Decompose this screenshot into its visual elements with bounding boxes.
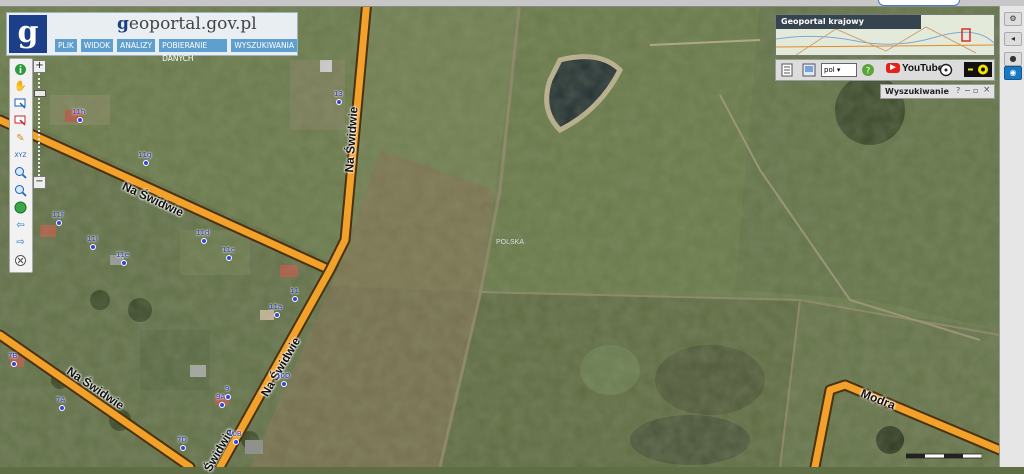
address-point[interactable]: 10D xyxy=(276,372,290,387)
forward-arrow-icon[interactable]: ⇨ xyxy=(14,236,27,249)
address-point[interactable]: 7D xyxy=(177,436,187,451)
compass-icon[interactable] xyxy=(939,63,953,77)
zoom-out-tool-icon[interactable] xyxy=(14,184,27,197)
zoom-in-tool-icon[interactable] xyxy=(14,166,27,179)
dot-icon[interactable]: ● xyxy=(1004,52,1022,66)
map-tools-toolbar: ✋ ✎ XYZ ⇦ ⇨ xyxy=(9,58,33,273)
document-icon[interactable] xyxy=(781,63,793,77)
address-point[interactable]: 11f xyxy=(52,211,63,226)
address-point[interactable]: 11g xyxy=(138,151,151,166)
site-name-prefix: g xyxy=(117,14,129,34)
geoportal-logo-icon[interactable]: g xyxy=(9,15,47,53)
address-point[interactable]: 11a xyxy=(269,303,282,318)
menu-wyszukiwania[interactable]: WYSZUKIWANIA xyxy=(231,39,297,52)
address-point[interactable]: 11c xyxy=(222,246,235,261)
language-value: pol xyxy=(824,66,835,74)
clear-icon[interactable] xyxy=(14,254,27,267)
youtube-icon: ▶ xyxy=(886,63,900,74)
select-rect-icon[interactable] xyxy=(14,114,27,127)
geoportal-logo-panel: g geoportal.gov.pl PLIK WIDOK ANALIZY PO… xyxy=(6,12,298,63)
browser-top-frame xyxy=(0,0,1024,7)
accessibility-eye-icon[interactable] xyxy=(964,62,992,77)
address-point[interactable]: 11 xyxy=(290,287,299,302)
menu-pobieranie-danych[interactable]: POBIERANIE DANYCH xyxy=(159,39,228,63)
zoom-slider[interactable]: + − xyxy=(33,60,46,189)
settings-icon[interactable]: ⚙ xyxy=(1004,12,1022,26)
zoom-in-button[interactable]: + xyxy=(33,60,46,73)
expand-icon[interactable]: ◂ xyxy=(1004,32,1022,46)
address-point[interactable]: 9 xyxy=(225,385,232,400)
minimize-icon[interactable]: − xyxy=(964,86,971,95)
help-small-icon[interactable]: ? xyxy=(956,86,960,95)
address-point[interactable]: 9A xyxy=(216,393,225,408)
select-icon[interactable] xyxy=(14,97,27,110)
measure-pencil-icon[interactable]: ✎ xyxy=(14,132,27,145)
maximize-icon[interactable]: ▫ xyxy=(973,86,978,95)
address-point[interactable]: 7B xyxy=(8,352,17,367)
overview-map[interactable]: Geoportal krajowy xyxy=(775,14,995,56)
menu-plik[interactable]: PLIK xyxy=(55,39,77,52)
coordinates-icon[interactable]: XYZ xyxy=(14,149,27,162)
address-point[interactable]: 7A xyxy=(56,396,65,411)
zoom-track[interactable] xyxy=(38,73,40,176)
address-point[interactable]: 11i xyxy=(87,235,98,250)
top-pill-button[interactable] xyxy=(878,0,960,6)
youtube-label: YouTube xyxy=(902,63,944,74)
search-window[interactable]: Wyszukiwanie ? − ▫ × xyxy=(880,84,995,99)
wms-icon[interactable] xyxy=(802,63,816,77)
address-point[interactable]: 10B xyxy=(228,430,242,445)
youtube-link[interactable]: ▶ YouTube xyxy=(886,63,943,74)
info-icon[interactable] xyxy=(14,63,27,76)
language-select[interactable]: pol ▾ xyxy=(821,63,857,77)
back-arrow-icon[interactable]: ⇦ xyxy=(14,219,27,232)
service-icon-bar: pol ▾ ? ▶ YouTube xyxy=(775,59,995,81)
overview-title: Geoportal krajowy xyxy=(776,15,921,29)
close-icon[interactable]: × xyxy=(983,85,991,95)
zoom-thumb[interactable] xyxy=(34,90,46,97)
pan-hand-icon[interactable]: ✋ xyxy=(14,80,27,93)
site-name-rest: eoportal.gov.pl xyxy=(128,14,257,34)
scale-bar xyxy=(905,444,983,459)
help-icon[interactable]: ? xyxy=(861,63,875,77)
right-panel-strip: ⚙ ◂ ● ◉ xyxy=(999,6,1024,467)
site-name: geoportal.gov.pl xyxy=(117,14,257,34)
menu-analizy[interactable]: ANALIZY xyxy=(117,39,156,52)
svg-text:?: ? xyxy=(866,67,871,77)
address-point[interactable]: 11h xyxy=(72,108,85,123)
search-window-title: Wyszukiwanie xyxy=(885,87,949,96)
address-point[interactable]: 11e xyxy=(116,251,129,266)
country-label: POLSKA xyxy=(496,239,525,246)
globe-icon[interactable] xyxy=(14,201,27,214)
address-point[interactable]: 13 xyxy=(334,90,343,105)
zoom-out-button[interactable]: − xyxy=(33,176,46,189)
address-point[interactable]: 11d xyxy=(196,229,209,244)
menu-widok[interactable]: WIDOK xyxy=(80,39,114,52)
main-menu: PLIK WIDOK ANALIZY POBIERANIE DANYCH WYS… xyxy=(55,39,297,63)
eye-icon[interactable]: ◉ xyxy=(1004,66,1022,80)
